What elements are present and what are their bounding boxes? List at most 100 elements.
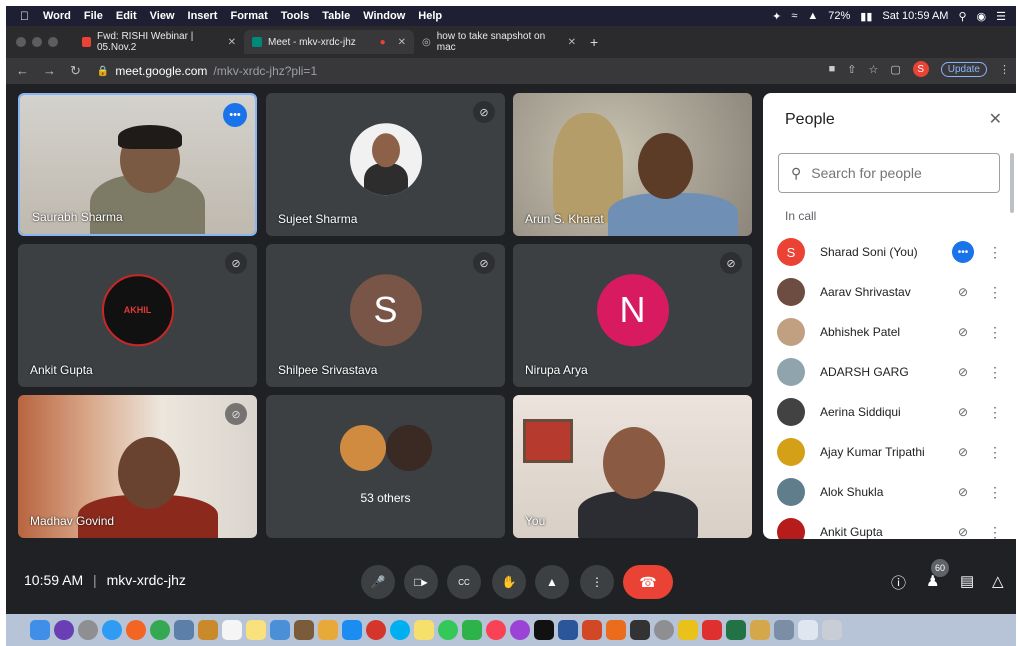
kebab-menu-icon[interactable]: ⋮ <box>988 284 1002 301</box>
menu-app-name[interactable]: Word <box>43 10 71 22</box>
apple-icon[interactable]:  <box>20 9 29 23</box>
airplay-icon[interactable]: ▲ <box>807 10 818 22</box>
video-tile[interactable]: ⊘ Madhav Govind <box>18 395 257 538</box>
launchpad-icon[interactable] <box>78 620 98 640</box>
calendar-icon[interactable] <box>222 620 242 640</box>
back-icon[interactable]: ← <box>16 63 29 79</box>
terminal-icon[interactable] <box>630 620 650 640</box>
safari-icon[interactable] <box>102 620 122 640</box>
kebab-menu-icon[interactable]: ⋮ <box>988 324 1002 341</box>
video-tile[interactable]: ⊘ N Nirupa Arya <box>513 244 752 387</box>
menu-view[interactable]: View <box>150 10 175 22</box>
finder-icon[interactable] <box>30 620 50 640</box>
close-tab-icon[interactable]: ✕ <box>398 37 406 48</box>
camera-button[interactable]: □▸ <box>404 565 438 599</box>
menu-help[interactable]: Help <box>418 10 442 22</box>
more-options-button[interactable]: ••• <box>952 241 974 263</box>
chrome-icon[interactable] <box>150 620 170 640</box>
photos-icon[interactable] <box>318 620 338 640</box>
update-button[interactable]: Update <box>940 61 987 77</box>
scrollbar[interactable] <box>1010 153 1014 213</box>
music-icon[interactable] <box>486 620 506 640</box>
siri-icon[interactable]: ◉ <box>977 10 987 23</box>
books-icon[interactable] <box>198 620 218 640</box>
bookmark-star-icon[interactable]: ☆ <box>868 63 878 76</box>
excel-icon[interactable] <box>726 620 746 640</box>
siri-dock-icon[interactable] <box>54 620 74 640</box>
menu-tools[interactable]: Tools <box>281 10 310 22</box>
new-tab-button[interactable]: + <box>590 34 598 50</box>
facetime-icon[interactable] <box>462 620 482 640</box>
list-item[interactable]: Ankit Gupta ⊘ ⋮ <box>777 514 1007 539</box>
kebab-menu-icon[interactable]: ⋮ <box>988 444 1002 461</box>
powerpoint-icon[interactable] <box>582 620 602 640</box>
more-options-button[interactable]: ••• <box>223 103 247 127</box>
raise-hand-button[interactable]: ✋ <box>492 565 526 599</box>
stickies-icon[interactable] <box>414 620 434 640</box>
kebab-menu-icon[interactable]: ⋮ <box>988 404 1002 421</box>
close-window-button[interactable] <box>16 37 26 47</box>
trash-icon[interactable] <box>822 620 842 640</box>
video-tile[interactable]: ⊘ AKHIL Ankit Gupta <box>18 244 257 387</box>
search-field[interactable]: ⚲ <box>778 153 1000 193</box>
battery-percent[interactable]: 72% <box>828 10 850 22</box>
photo-booth-icon[interactable] <box>366 620 386 640</box>
kebab-menu-icon[interactable]: ⋮ <box>988 524 1002 540</box>
others-tile[interactable]: 53 others <box>266 395 505 538</box>
office-icon[interactable] <box>606 620 626 640</box>
url-field[interactable]: 🔒 meet.google.com/mkv-xrdc-jhz?pli=1 <box>97 64 317 78</box>
share-icon[interactable]: ⇧ <box>847 63 856 76</box>
menu-clock[interactable]: Sat 10:59 AM <box>882 10 948 22</box>
menu-table[interactable]: Table <box>322 10 350 22</box>
video-tile[interactable]: ••• Saurabh Sharma <box>18 93 257 236</box>
battery-icon[interactable]: ▮▮ <box>860 10 872 23</box>
system-preferences-icon[interactable] <box>654 620 674 640</box>
more-options-button[interactable]: ⋮ <box>580 565 614 599</box>
scanner-icon[interactable] <box>774 620 794 640</box>
control-center-icon[interactable]: ☰ <box>996 10 1006 23</box>
acrobat-icon[interactable] <box>702 620 722 640</box>
graduation-icon[interactable] <box>270 620 290 640</box>
mic-button[interactable]: 🎤 <box>361 565 395 599</box>
forward-icon[interactable]: → <box>43 63 56 79</box>
app-store-icon[interactable] <box>342 620 362 640</box>
firefox-icon[interactable] <box>126 620 146 640</box>
folder-icon[interactable] <box>678 620 698 640</box>
profile-avatar[interactable]: S <box>912 61 929 77</box>
list-item[interactable]: Abhishek Patel ⊘ ⋮ <box>777 314 1007 350</box>
camera-indicator-icon[interactable]: ■ <box>829 63 836 75</box>
archive-icon[interactable] <box>294 620 314 640</box>
tab-gmail[interactable]: Fwd: RISHI Webinar | 05.Nov.2 ✕ <box>74 30 244 54</box>
spotlight-icon[interactable]: ⚲ <box>958 10 966 23</box>
present-button[interactable]: ▲ <box>535 565 569 599</box>
activities-icon[interactable]: △ <box>992 572 1004 590</box>
menu-file[interactable]: File <box>84 10 103 22</box>
minimize-window-button[interactable] <box>32 37 42 47</box>
video-tile[interactable]: ⊘ Sujeet Sharma <box>266 93 505 236</box>
menu-format[interactable]: Format <box>230 10 267 22</box>
tv-icon[interactable] <box>534 620 554 640</box>
search-input[interactable] <box>811 165 982 181</box>
info-icon[interactable]: ⓘ <box>891 572 906 593</box>
captions-button[interactable]: CC <box>447 565 481 599</box>
menu-edit[interactable]: Edit <box>116 10 137 22</box>
photo-app-icon[interactable] <box>750 620 770 640</box>
list-item[interactable]: Alok Shukla ⊘ ⋮ <box>777 474 1007 510</box>
chat-icon[interactable]: ▤ <box>960 572 974 590</box>
list-item[interactable]: Ajay Kumar Tripathi ⊘ ⋮ <box>777 434 1007 470</box>
bluetooth-icon[interactable]: ✦ <box>772 10 781 23</box>
video-tile[interactable]: ⊘ S Shilpee Srivastava <box>266 244 505 387</box>
kebab-menu-icon[interactable]: ⋮ <box>988 364 1002 381</box>
kebab-menu-icon[interactable]: ⋮ <box>988 484 1002 501</box>
skype-icon[interactable] <box>390 620 410 640</box>
close-tab-icon[interactable]: ✕ <box>568 37 576 48</box>
menu-window[interactable]: Window <box>363 10 405 22</box>
menu-insert[interactable]: Insert <box>188 10 218 22</box>
messages-icon[interactable] <box>438 620 458 640</box>
close-icon[interactable]: ✕ <box>989 109 1002 129</box>
notes-icon[interactable] <box>246 620 266 640</box>
browser-menu-icon[interactable]: ⋮ <box>999 63 1010 76</box>
zoom-window-button[interactable] <box>48 37 58 47</box>
close-tab-icon[interactable]: ✕ <box>228 37 236 48</box>
tab-search[interactable]: ◎ how to take snapshot on mac ✕ <box>414 30 584 54</box>
